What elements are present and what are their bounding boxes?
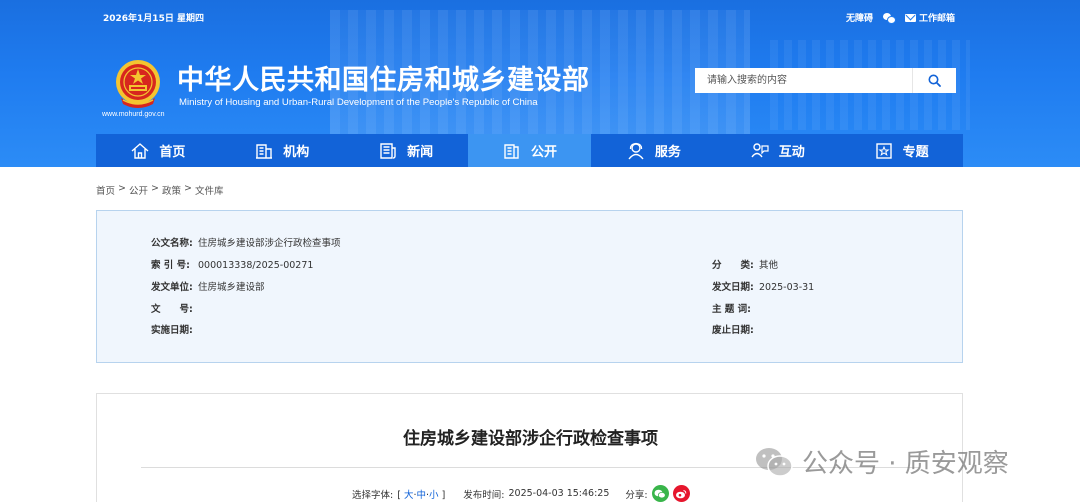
nav-item-news[interactable]: 新闻 xyxy=(344,134,468,167)
breadcrumb-policy[interactable]: 政策 xyxy=(162,183,181,197)
topic-icon xyxy=(875,142,892,159)
doc-no-row: 文 号: xyxy=(151,301,198,315)
breadcrumb-home[interactable]: 首页 xyxy=(96,183,115,197)
category-row: 分 类: 其他 xyxy=(712,257,778,271)
nav-item-organization[interactable]: 机构 xyxy=(220,134,344,167)
home-icon xyxy=(131,142,149,159)
search-icon xyxy=(928,74,941,87)
font-select-label: 选择字体: xyxy=(352,489,394,501)
site-title: 中华人民共和国住房和城乡建设部 xyxy=(177,65,590,96)
doc-no-label: 文 号: xyxy=(151,304,193,315)
doc-name-label: 公文名称: xyxy=(151,238,193,249)
search-box xyxy=(695,68,956,93)
breadcrumb-library[interactable]: 文件库 xyxy=(195,183,224,197)
service-icon xyxy=(628,142,644,159)
breadcrumb-separator: > xyxy=(151,183,159,194)
nav-item-service[interactable]: 服务 xyxy=(591,134,715,167)
wechat-link[interactable] xyxy=(882,13,896,24)
work-mail-label: 工作邮箱 xyxy=(918,14,955,24)
font-size-large[interactable]: 大 xyxy=(404,490,414,501)
work-mail-link[interactable]: 工作邮箱 xyxy=(904,11,955,24)
doc-name-value: 住房城乡建设部涉企行政检查事项 xyxy=(198,238,341,249)
watermark-text: 公众号 · 质安观察 xyxy=(802,449,1009,479)
share-weibo-button[interactable] xyxy=(672,485,690,502)
doc-name-row: 公文名称: 住房城乡建设部涉企行政检查事项 xyxy=(151,235,341,249)
publish-time: 2025-04-03 15:46:25 xyxy=(508,488,610,499)
category-value: 其他 xyxy=(759,260,779,271)
nav-label: 专题 xyxy=(902,145,929,160)
nav-label: 服务 xyxy=(654,145,681,160)
breadcrumb-separator: > xyxy=(183,183,192,194)
interaction-icon xyxy=(751,142,769,157)
accessibility-link[interactable]: 无障碍 xyxy=(846,11,873,24)
document-icon xyxy=(504,143,519,159)
issue-date-row: 发文日期: 2025-03-31 xyxy=(712,279,814,293)
wechat-icon xyxy=(882,13,896,24)
repeal-row: 废止日期: xyxy=(712,322,759,336)
mail-icon xyxy=(904,13,916,22)
breadcrumb-separator: > xyxy=(118,183,126,194)
current-date: 2026年1月15日 星期四 xyxy=(103,14,204,24)
breadcrumb-public[interactable]: 公开 xyxy=(129,183,148,197)
subject-label: 主 题 词: xyxy=(712,304,751,315)
index-row: 索 引 号: 000013338/2025-00271 xyxy=(151,257,313,271)
nav-item-interaction[interactable]: 互动 xyxy=(715,134,839,167)
index-value: 000013338/2025-00271 xyxy=(198,260,314,271)
share-wechat-button[interactable] xyxy=(651,485,669,502)
accessibility-label: 无障碍 xyxy=(845,14,873,24)
nav-item-topics[interactable]: 专题 xyxy=(839,134,963,167)
font-size-medium[interactable]: 中 xyxy=(416,490,426,501)
search-input[interactable] xyxy=(695,68,912,93)
nav-label: 互动 xyxy=(778,145,805,160)
weibo-icon xyxy=(676,489,687,498)
index-label: 索 引 号: xyxy=(151,260,190,271)
newspaper-icon xyxy=(380,142,396,159)
main-nav: 首页 机构 新闻 公开 服务 互动 专题 xyxy=(96,134,963,167)
building-icon xyxy=(256,143,273,159)
wechat-icon xyxy=(756,447,793,477)
issuer-value: 住房城乡建设部 xyxy=(198,282,265,293)
category-label: 分 类: xyxy=(712,260,754,271)
top-links: 无障碍 工作邮箱 xyxy=(846,11,955,24)
effective-label: 实施日期: xyxy=(151,325,193,336)
issue-date-value: 2025-03-31 xyxy=(759,282,815,293)
font-size-selector: [ 大·中·小 ] xyxy=(397,489,446,501)
repeal-label: 废止日期: xyxy=(712,325,754,336)
nav-label: 公开 xyxy=(531,145,558,160)
nav-item-public[interactable]: 公开 xyxy=(467,134,592,167)
publish-label: 发布时间: xyxy=(463,489,505,501)
watermark: 公众号 · 质安观察 xyxy=(754,443,1009,480)
breadcrumb: 首页 > 公开 > 政策 > 文件库 xyxy=(96,183,223,197)
site-url: www.mohurd.gov.cn xyxy=(102,111,165,118)
wechat-icon xyxy=(654,489,666,498)
national-emblem-logo[interactable] xyxy=(113,58,163,110)
nav-label: 机构 xyxy=(283,145,310,160)
subject-row: 主 题 词: xyxy=(712,301,759,315)
share-label: 分享: xyxy=(625,489,648,501)
nav-label: 首页 xyxy=(159,145,186,160)
font-size-small[interactable]: 小 xyxy=(429,490,439,501)
issuer-label: 发文单位: xyxy=(151,282,193,293)
nav-item-home[interactable]: 首页 xyxy=(96,134,220,167)
nav-label: 新闻 xyxy=(407,145,434,160)
site-subtitle: Ministry of Housing and Urban-Rural Deve… xyxy=(179,97,538,108)
effective-row: 实施日期: xyxy=(151,322,198,336)
search-button[interactable] xyxy=(912,68,956,93)
article-meta: 选择字体: [ 大·中·小 ] 发布时间: 2025-04-03 15:46:2… xyxy=(352,485,690,502)
issue-date-label: 发文日期: xyxy=(712,282,754,293)
issuer-row: 发文单位: 住房城乡建设部 xyxy=(151,279,265,293)
document-info-box: 公文名称: 住房城乡建设部涉企行政检查事项 索 引 号: 000013338/202… xyxy=(96,210,963,363)
